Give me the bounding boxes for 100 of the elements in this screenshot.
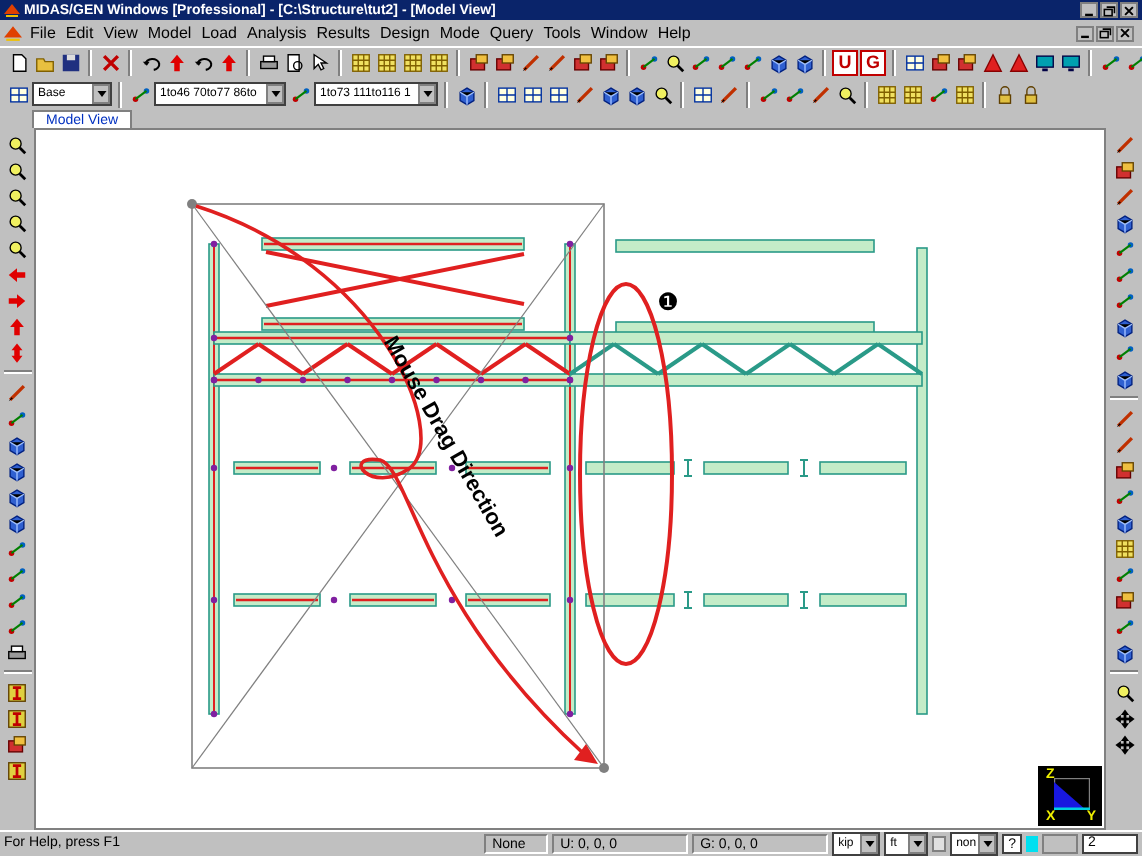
node-icon[interactable]	[1112, 614, 1136, 638]
grid-icon[interactable]	[874, 82, 898, 106]
block-icon[interactable]	[492, 51, 516, 75]
toggle-button[interactable]	[932, 836, 947, 852]
menu-item[interactable]: Results	[312, 21, 374, 45]
node-icon[interactable]	[5, 614, 29, 638]
close-button[interactable]	[1120, 2, 1138, 18]
frame-icon[interactable]	[494, 82, 518, 106]
minimize-button[interactable]	[1080, 2, 1098, 18]
frame-icon[interactable]	[520, 82, 544, 106]
block-icon[interactable]	[596, 51, 620, 75]
grid-icon[interactable]	[400, 51, 424, 75]
menu-item[interactable]: Mode	[435, 21, 484, 45]
cube-icon[interactable]	[1112, 210, 1136, 234]
cube-icon[interactable]	[598, 82, 622, 106]
grid-icon[interactable]	[348, 51, 372, 75]
frame-icon[interactable]	[902, 51, 926, 75]
zoom-icon[interactable]	[662, 51, 686, 75]
node-icon[interactable]	[636, 51, 660, 75]
frame-icon[interactable]	[690, 82, 714, 106]
menu-item[interactable]: Tools	[539, 21, 585, 45]
node-icon[interactable]	[5, 588, 29, 612]
grid-icon[interactable]	[374, 51, 398, 75]
zoom-icon[interactable]	[834, 82, 858, 106]
cube-icon[interactable]	[5, 510, 29, 534]
move-icon[interactable]	[1112, 706, 1136, 730]
node-icon[interactable]	[926, 82, 950, 106]
cube-icon[interactable]	[1112, 366, 1136, 390]
print-preview-icon[interactable]	[282, 51, 306, 75]
node-icon[interactable]	[1112, 262, 1136, 286]
cube-icon[interactable]	[1112, 640, 1136, 664]
pencil-icon[interactable]	[1112, 406, 1136, 430]
zoom-icon[interactable]	[5, 158, 29, 182]
printer-icon[interactable]	[5, 640, 29, 664]
monitor-icon[interactable]	[1058, 51, 1082, 75]
menu-item[interactable]: Model	[143, 21, 196, 45]
cube-icon[interactable]	[624, 82, 648, 106]
node-icon[interactable]	[5, 406, 29, 430]
node-icon[interactable]	[288, 82, 312, 106]
node-icon[interactable]	[1112, 340, 1136, 364]
cube-icon[interactable]	[5, 458, 29, 482]
node-icon[interactable]	[756, 82, 780, 106]
menu-item[interactable]: File	[26, 21, 60, 45]
pencil-icon[interactable]	[5, 380, 29, 404]
node-icon[interactable]	[1124, 51, 1142, 75]
node-icon[interactable]	[740, 51, 764, 75]
restore-button[interactable]	[1100, 2, 1118, 18]
node-icon[interactable]	[714, 51, 738, 75]
zoom-icon[interactable]	[5, 184, 29, 208]
menu-item[interactable]: Analysis	[242, 21, 311, 45]
cube-icon[interactable]	[5, 484, 29, 508]
menu-item[interactable]: View	[99, 21, 142, 45]
zoom-icon[interactable]	[1112, 680, 1136, 704]
node-icon[interactable]	[5, 562, 29, 586]
cube-icon[interactable]	[454, 82, 478, 106]
cube-icon[interactable]	[5, 432, 29, 456]
zoom-icon[interactable]	[5, 210, 29, 234]
block-icon[interactable]	[1112, 158, 1136, 182]
node-icon[interactable]	[1112, 562, 1136, 586]
menu-item[interactable]: Design	[375, 21, 434, 45]
delete-icon[interactable]	[98, 51, 122, 75]
node-icon[interactable]	[1112, 288, 1136, 312]
help-pointer-icon[interactable]	[308, 51, 332, 75]
close-button[interactable]	[1116, 25, 1134, 41]
menu-item[interactable]: Edit	[61, 21, 98, 45]
block-icon[interactable]	[928, 51, 952, 75]
restore-button[interactable]	[1096, 25, 1114, 41]
frame-icon[interactable]	[546, 82, 570, 106]
block-icon[interactable]	[1112, 458, 1136, 482]
cube-icon[interactable]	[766, 51, 790, 75]
grid-icon[interactable]	[952, 82, 976, 106]
arrow-icon[interactable]	[5, 314, 29, 338]
i-beam-icon[interactable]	[5, 680, 29, 704]
block-icon[interactable]	[954, 51, 978, 75]
node-icon[interactable]	[1112, 484, 1136, 508]
i-beam-icon[interactable]	[5, 706, 29, 730]
menu-item[interactable]: Help	[653, 21, 695, 45]
node-icon[interactable]	[128, 82, 152, 106]
cube-icon[interactable]	[1112, 314, 1136, 338]
grid-icon[interactable]	[1112, 536, 1136, 560]
grid-icon[interactable]	[426, 51, 450, 75]
move-icon[interactable]	[1112, 732, 1136, 756]
pencil-icon[interactable]	[1112, 132, 1136, 156]
zoom-icon[interactable]	[5, 236, 29, 260]
frame-icon[interactable]	[6, 82, 30, 106]
monitor-icon[interactable]	[1032, 51, 1056, 75]
menu-item[interactable]: Window	[586, 21, 652, 45]
node-icon[interactable]	[5, 536, 29, 560]
node-icon[interactable]	[1112, 236, 1136, 260]
cube-icon[interactable]	[1112, 510, 1136, 534]
zoom-icon[interactable]	[5, 132, 29, 156]
cube-icon[interactable]	[792, 51, 816, 75]
letter-tool-button[interactable]: U	[832, 50, 858, 76]
node-icon[interactable]	[1098, 51, 1122, 75]
printer-icon[interactable]	[256, 51, 280, 75]
pencil-icon[interactable]	[1112, 432, 1136, 456]
block-icon[interactable]	[5, 732, 29, 756]
grid-icon[interactable]	[900, 82, 924, 106]
block-icon[interactable]	[466, 51, 490, 75]
cone-icon[interactable]	[1006, 51, 1030, 75]
